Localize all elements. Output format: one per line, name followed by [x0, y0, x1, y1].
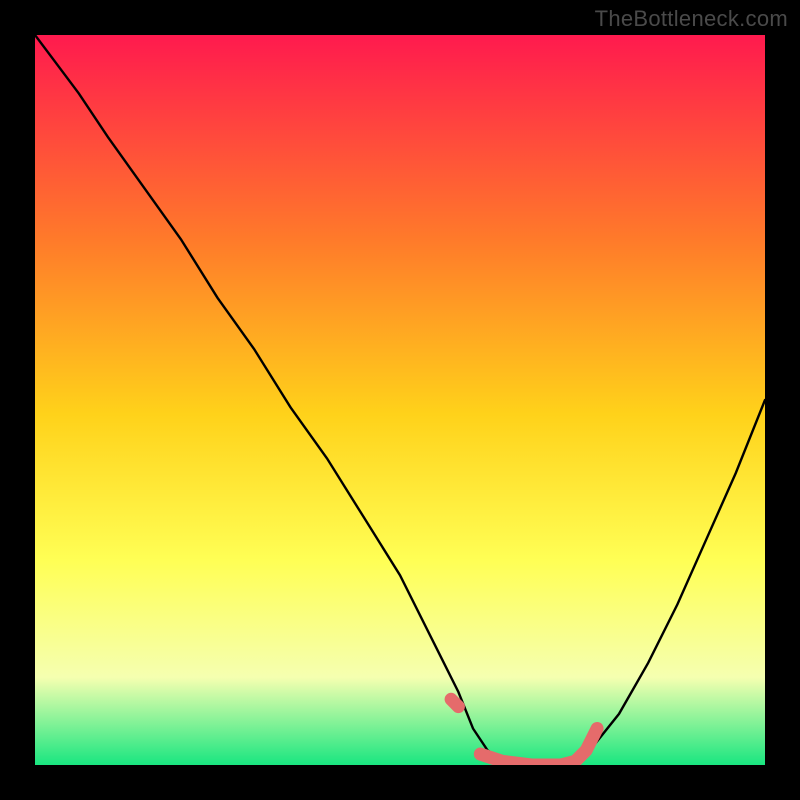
gradient-background [35, 35, 765, 765]
watermark-text: TheBottleneck.com [595, 6, 788, 32]
highlight-left-dot [451, 699, 458, 706]
chart-svg [35, 35, 765, 765]
chart-plot [35, 35, 765, 765]
chart-stage: TheBottleneck.com [0, 0, 800, 800]
